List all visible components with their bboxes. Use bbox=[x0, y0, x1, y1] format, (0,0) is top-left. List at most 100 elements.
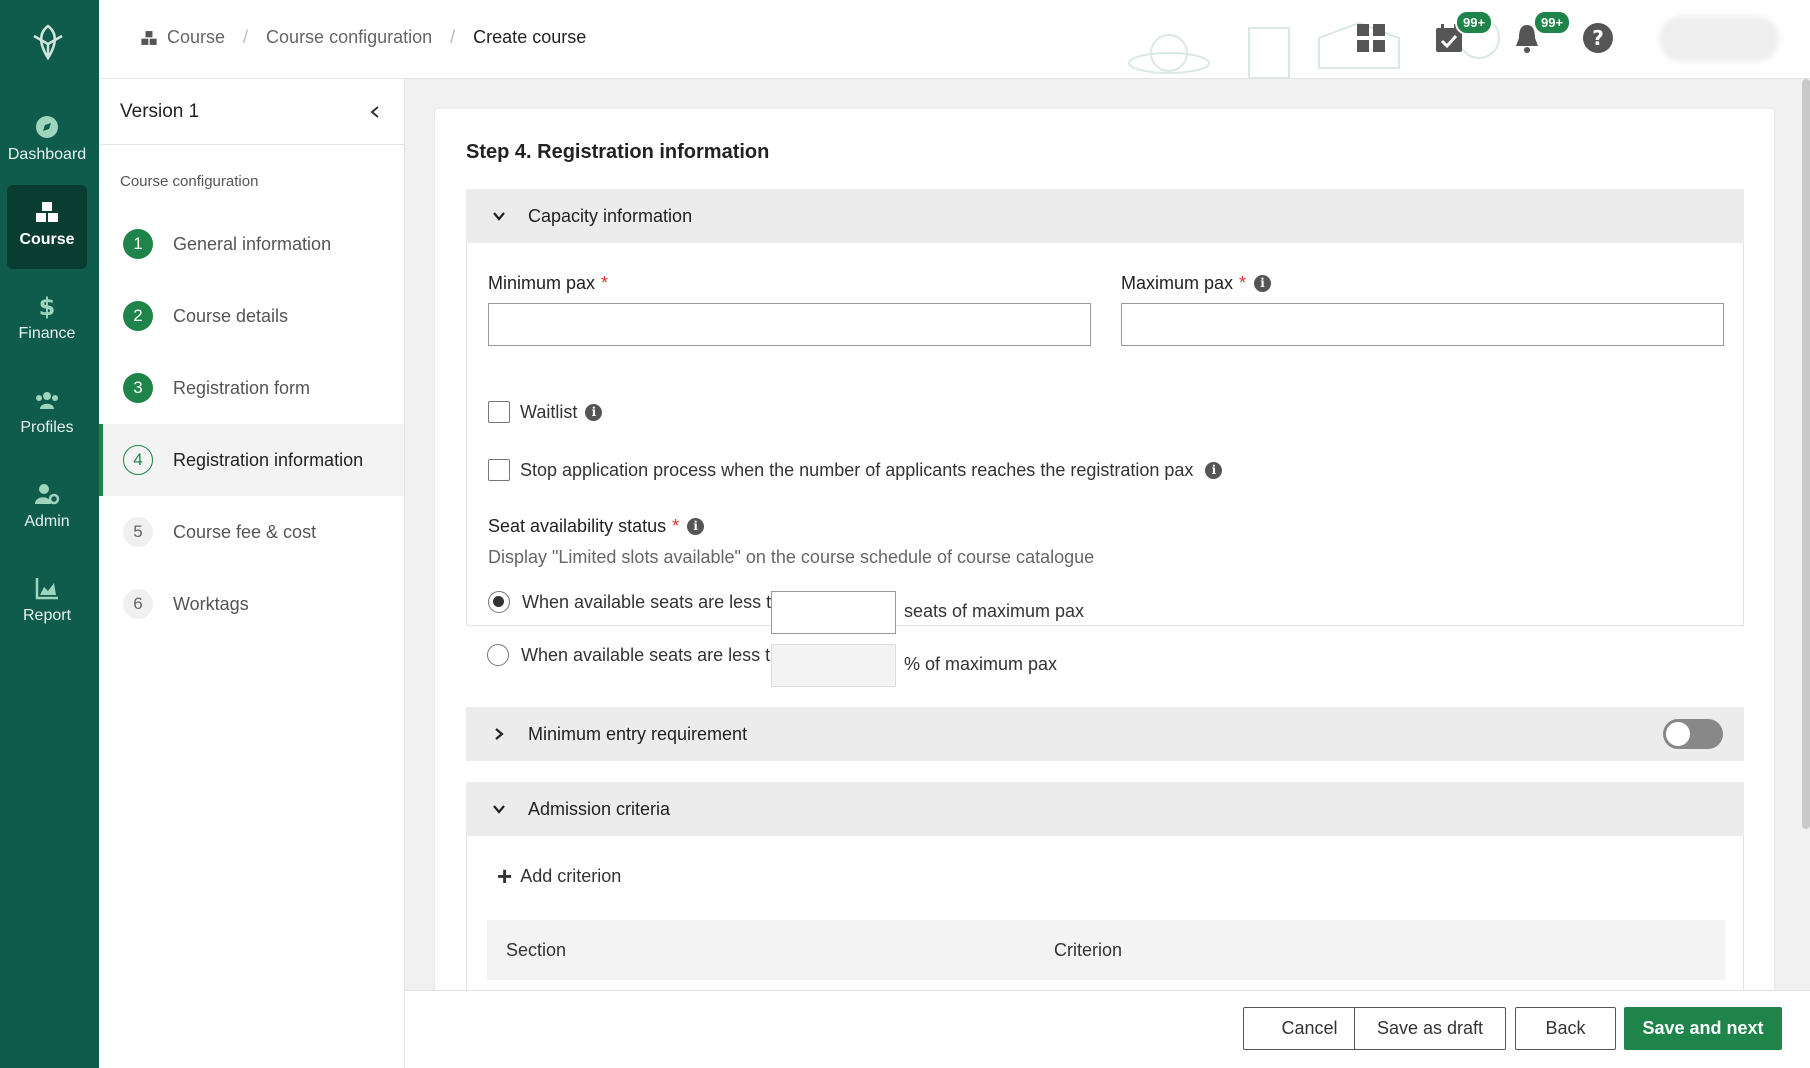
min-entry-panel-title: Minimum entry requirement bbox=[528, 723, 748, 744]
required-marker: * bbox=[1239, 273, 1247, 293]
add-criterion-button[interactable]: + Add criterion bbox=[497, 863, 621, 889]
max-pax-input[interactable] bbox=[1121, 303, 1724, 346]
nav-admin-label: Admin bbox=[24, 513, 70, 530]
chevron-left-icon[interactable] bbox=[368, 105, 382, 119]
option-prefix: When available seats are less than bbox=[521, 644, 801, 665]
breadcrumb-create-course: Create course bbox=[473, 27, 587, 47]
step-registration-form[interactable]: 3 Registration form bbox=[99, 352, 404, 424]
min-pax-input[interactable] bbox=[488, 303, 1091, 346]
step-registration-information[interactable]: 4 Registration information bbox=[99, 424, 404, 496]
step-number: 5 bbox=[123, 517, 153, 547]
users-icon bbox=[36, 392, 58, 409]
step-worktags[interactable]: 6 Worktags bbox=[99, 568, 404, 640]
checkbox-box[interactable] bbox=[488, 459, 510, 481]
max-pax-label-text: Maximum pax bbox=[1121, 273, 1234, 293]
registration-card: Step 4. Registration information Capacit… bbox=[435, 109, 1774, 990]
footer-actions: Cancel Save as draft Back Save and next bbox=[405, 990, 1810, 1068]
help-icon[interactable]: ? bbox=[1582, 22, 1614, 54]
min-entry-toggle[interactable] bbox=[1663, 719, 1723, 749]
radio-selected[interactable] bbox=[488, 591, 510, 613]
version-label: Version 1 bbox=[120, 100, 200, 122]
info-icon[interactable]: i bbox=[1254, 275, 1272, 292]
chevron-down-icon bbox=[493, 212, 505, 221]
breadcrumb-course-configuration[interactable]: Course configuration bbox=[266, 27, 432, 48]
capacity-panel-header[interactable]: Capacity information bbox=[466, 189, 1744, 243]
apps-grid-icon[interactable] bbox=[1355, 22, 1387, 54]
step-course-details[interactable]: 2 Course details bbox=[99, 280, 404, 352]
nav-finance[interactable]: $ Finance bbox=[7, 279, 87, 363]
column-header-section: Section bbox=[506, 939, 567, 960]
top-bar: Course / Course configuration / Create c… bbox=[99, 0, 1810, 79]
nav-profiles[interactable]: Profiles bbox=[7, 373, 87, 457]
column-header-criterion: Criterion bbox=[1054, 939, 1123, 960]
checkbox-box[interactable] bbox=[488, 401, 510, 423]
chevron-down-icon bbox=[493, 805, 505, 814]
radio-unselected[interactable] bbox=[487, 644, 509, 666]
cubes-icon bbox=[141, 30, 157, 45]
required-marker: * bbox=[601, 273, 609, 293]
nav-course[interactable]: Course bbox=[7, 185, 87, 269]
back-button[interactable]: Back bbox=[1515, 1007, 1616, 1050]
seats-percent-suffix: % of maximum pax bbox=[904, 654, 1058, 674]
seats-percent-option[interactable]: When available seats are less than bbox=[487, 644, 800, 666]
chart-area-icon bbox=[35, 578, 58, 600]
nav-admin[interactable]: Admin bbox=[7, 467, 87, 551]
admission-table-header: Section Criterion bbox=[487, 920, 1725, 980]
seats-count-suffix: seats of maximum pax bbox=[904, 601, 1085, 621]
page-title: Step 4. Registration information bbox=[466, 141, 770, 163]
compass-icon bbox=[36, 116, 58, 138]
step-label: Registration information bbox=[173, 449, 364, 470]
info-icon[interactable]: i bbox=[687, 518, 705, 535]
main-content: Step 4. Registration information Capacit… bbox=[405, 79, 1810, 990]
min-pax-label: Minimum pax * bbox=[488, 273, 608, 294]
seat-availability-hint: Display "Limited slots available" on the… bbox=[488, 547, 1095, 567]
capacity-panel-body: Minimum pax * Maximum pax * i Waitlist i St… bbox=[466, 243, 1744, 626]
waitlist-checkbox[interactable]: Waitlist i bbox=[488, 401, 603, 423]
tasks-badge: 99+ bbox=[1455, 10, 1494, 35]
seats-count-option[interactable]: When available seats are less than bbox=[488, 591, 801, 613]
breadcrumb-separator: / bbox=[243, 27, 249, 47]
save-and-next-button[interactable]: Save and next bbox=[1624, 1007, 1782, 1050]
breadcrumb-course[interactable]: Course bbox=[167, 27, 225, 48]
nav-report[interactable]: Report bbox=[7, 561, 87, 645]
save-as-draft-button[interactable]: Save as draft bbox=[1354, 1007, 1506, 1050]
left-nav: Dashboard Course $ Finance Profiles Admi… bbox=[0, 0, 99, 1068]
course-config-sidebar: Version 1 Course configuration 1 General… bbox=[99, 79, 405, 1068]
page-scrollbar[interactable] bbox=[1802, 79, 1810, 829]
step-label: Course details bbox=[173, 305, 289, 326]
info-icon[interactable]: i bbox=[1205, 461, 1223, 479]
info-icon[interactable]: i bbox=[585, 403, 603, 421]
required-marker: * bbox=[672, 516, 680, 536]
breadcrumb: Course / Course configuration / Create c… bbox=[139, 27, 586, 48]
nav-finance-label: Finance bbox=[18, 325, 76, 342]
step-label: Worktags bbox=[173, 593, 249, 614]
seats-percent-input[interactable] bbox=[771, 644, 896, 687]
stop-application-label: Stop application process when the number… bbox=[520, 459, 1194, 480]
cubes-icon bbox=[36, 202, 58, 222]
chevron-right-icon bbox=[495, 728, 504, 740]
step-number: 6 bbox=[123, 589, 153, 619]
stop-application-checkbox[interactable]: Stop application process when the number… bbox=[488, 459, 1223, 481]
step-number: 1 bbox=[123, 229, 153, 259]
add-criterion-label: Add criterion bbox=[520, 865, 622, 886]
nav-dashboard[interactable]: Dashboard bbox=[7, 100, 87, 184]
dollar-icon: $ bbox=[39, 293, 56, 319]
app-logo-icon[interactable] bbox=[30, 22, 66, 62]
svg-text:?: ? bbox=[1592, 26, 1604, 50]
sidebar-group-label: Course configuration bbox=[120, 173, 259, 190]
nav-report-label: Report bbox=[22, 607, 72, 624]
seats-count-input[interactable] bbox=[771, 591, 896, 634]
user-avatar-menu[interactable] bbox=[1659, 16, 1779, 62]
nav-dashboard-label: Dashboard bbox=[7, 146, 87, 163]
min-entry-panel-header[interactable]: Minimum entry requirement bbox=[466, 707, 1744, 761]
admission-panel-header[interactable]: Admission criteria bbox=[466, 782, 1744, 836]
user-gear-icon bbox=[35, 484, 60, 505]
seat-availability-label: Seat availability status * i bbox=[488, 516, 705, 537]
svg-text:$: $ bbox=[39, 293, 56, 319]
breadcrumb-separator: / bbox=[450, 27, 456, 47]
waitlist-label: Waitlist bbox=[520, 401, 578, 422]
step-course-fee-cost[interactable]: 5 Course fee & cost bbox=[99, 496, 404, 568]
plus-icon: + bbox=[497, 861, 513, 891]
step-general-information[interactable]: 1 General information bbox=[99, 208, 404, 280]
version-header: Version 1 bbox=[99, 79, 404, 145]
